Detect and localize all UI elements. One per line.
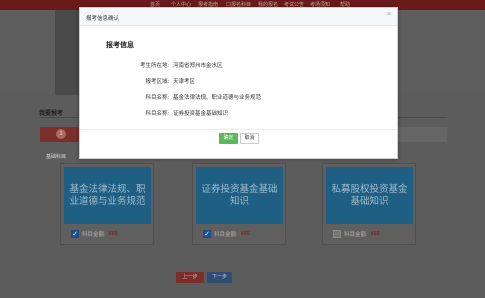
course-checkbox[interactable] (333, 230, 341, 238)
info-label: 科目名称: (145, 111, 169, 117)
info-label: 科目名称: (145, 95, 169, 101)
confirm-dialog: 报考信息确认 × 报考信息 考生所在地: 河南省郑州市金水区 报考区域: 天津考… (79, 7, 398, 159)
dialog-footer-divider (80, 129, 397, 130)
page-title: 我要报考 (39, 111, 64, 117)
course-checkbox[interactable]: ✓ (203, 230, 211, 238)
next-step-button[interactable]: 下一步 (207, 272, 232, 283)
prev-step-button[interactable]: 上一步 (176, 272, 204, 283)
course-card[interactable]: 私募股权投资基金基础知识 科目金额: ¥65 (322, 163, 416, 245)
dialog-title: 报考信息确认 (86, 16, 120, 22)
price-label: 科目金额: (214, 232, 238, 238)
info-row: 科目名称: 证券投资基金基础知识 (80, 109, 397, 117)
cancel-button[interactable]: 取消 (240, 133, 259, 144)
section-label: 基础科目 (46, 154, 67, 160)
dialog-header: 报考信息确认 × (80, 8, 397, 26)
info-value: 基金法律法规、职业道德与业务规范 (173, 95, 262, 101)
info-heading: 报考信息 (106, 42, 134, 49)
info-value: 天津考区 (173, 79, 196, 85)
course-title: 私募股权投资基金基础知识 (326, 167, 413, 224)
confirm-button[interactable]: 确定 (219, 133, 238, 144)
info-value: 证券投资基金基础知识 (173, 111, 229, 117)
price-label: 科目金额: (82, 232, 106, 238)
info-row: 考生所在地: 河南省郑州市金水区 (80, 61, 397, 69)
price-value: ¥65 (108, 231, 118, 237)
course-title: 证券投资基金基础知识 (196, 167, 283, 224)
step-number: 1 (56, 129, 66, 139)
info-row: 科目名称: 基金法律法规、职业道德与业务规范 (80, 93, 397, 101)
course-card[interactable]: 证券投资基金基础知识 ✓ 科目金额: ¥65 (192, 163, 286, 245)
price-value: ¥65 (240, 231, 250, 237)
info-row: 报考区域: 天津考区 (80, 77, 397, 85)
close-icon[interactable]: × (387, 11, 391, 18)
info-label: 考生所在地: (139, 63, 169, 69)
price-label: 科目金额: (344, 232, 368, 238)
course-card[interactable]: 基金法律法规、职业道德与业务规范 ✓ 科目金额: ¥65 (60, 163, 154, 245)
price-value: ¥65 (370, 231, 380, 237)
course-checkbox[interactable]: ✓ (71, 230, 79, 238)
info-value: 河南省郑州市金水区 (173, 63, 223, 69)
info-label: 报考区域: (145, 79, 169, 85)
course-title: 基金法律法规、职业道德与业务规范 (64, 167, 151, 224)
